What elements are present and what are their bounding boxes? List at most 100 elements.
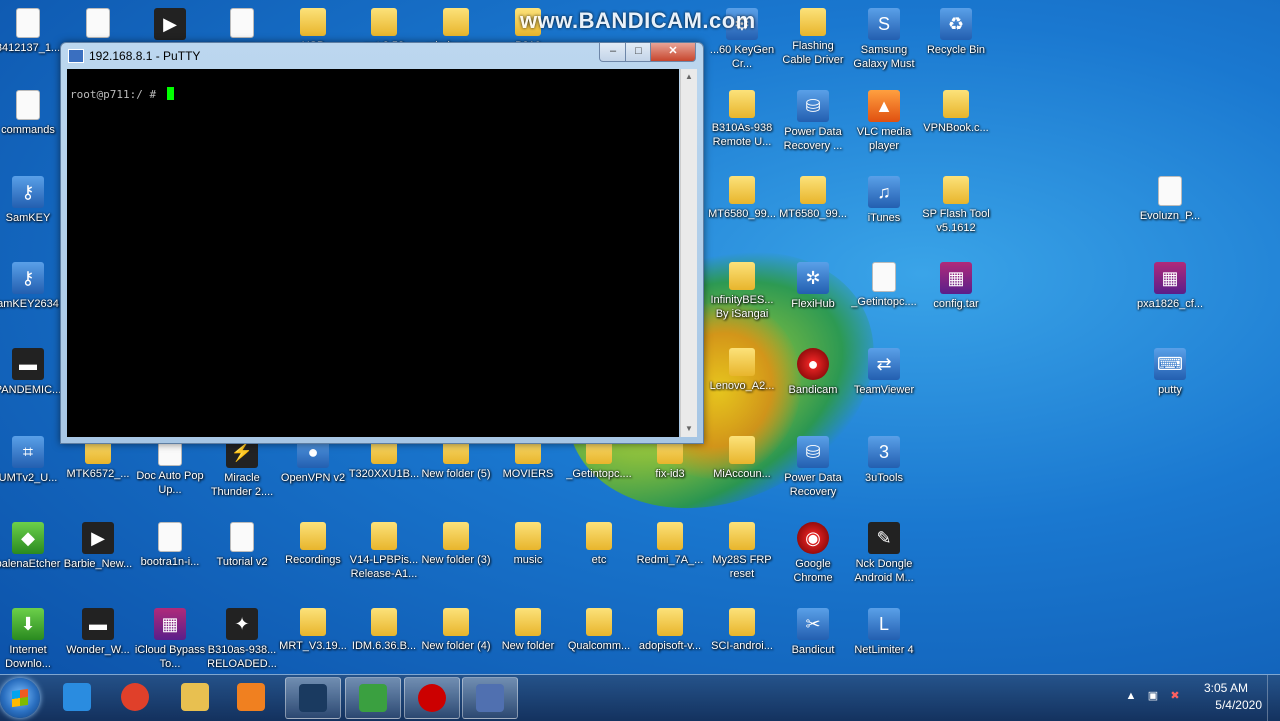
desktop-shortcut[interactable]: Evoluzn_P... xyxy=(1134,176,1206,223)
title-bar[interactable]: 192.168.8.1 - PuTTY – □ ✕ xyxy=(61,43,703,69)
maximize-button[interactable]: □ xyxy=(625,43,652,62)
app-icon: ⛁ xyxy=(797,436,829,468)
desktop-shortcut[interactable]: New folder xyxy=(492,608,564,653)
desktop-shortcut[interactable]: Recordings xyxy=(277,522,349,567)
desktop-shortcut[interactable]: commands xyxy=(0,90,64,137)
desktop-shortcut[interactable]: My28S FRP reset xyxy=(706,522,778,581)
volume-muted-icon[interactable]: ✖ xyxy=(1168,689,1182,703)
terminal-area[interactable]: root@p711:/ # xyxy=(67,69,679,437)
folder-icon xyxy=(729,262,755,290)
clock-date[interactable]: 5/4/2020 xyxy=(1215,698,1262,712)
desktop-shortcut[interactable]: bootra1n-i... xyxy=(134,522,206,569)
desktop-shortcut[interactable]: ⚡ Miracle Thunder 2.... xyxy=(206,436,278,499)
desktop-shortcut[interactable]: ◆ balenaEtcher xyxy=(0,522,64,571)
desktop-shortcut[interactable]: ● Bandicam xyxy=(777,348,849,397)
desktop-shortcut[interactable]: ▶ Barbie_New... xyxy=(62,522,134,571)
desktop-shortcut[interactable]: Redmi_7A_... xyxy=(634,522,706,567)
scroll-down-arrow-icon[interactable]: ▼ xyxy=(681,421,697,437)
desktop-shortcut-label: Bandicut xyxy=(791,644,835,656)
desktop-shortcut-label: 3412137_1... xyxy=(0,42,61,54)
clock-time[interactable]: 3:05 AM xyxy=(1204,681,1248,695)
close-button[interactable]: ✕ xyxy=(650,43,696,62)
desktop-shortcut[interactable]: adopisoft-v... xyxy=(634,608,706,653)
desktop-shortcut[interactable]: InfinityBES... By iSangai xyxy=(706,262,778,321)
desktop-shortcut[interactable]: Doc Auto Pop Up... xyxy=(134,436,206,497)
desktop-shortcut[interactable]: ⌨ putty xyxy=(1134,348,1206,397)
scroll-up-arrow-icon[interactable]: ▲ xyxy=(681,69,697,85)
start-button[interactable] xyxy=(0,678,40,718)
network-status-icon[interactable]: ▣ xyxy=(1146,689,1160,703)
desktop-shortcut[interactable]: S Samsung Galaxy Must xyxy=(848,8,920,71)
desktop-shortcut[interactable]: ♻ Recycle Bin xyxy=(920,8,992,57)
taskbar-button[interactable] xyxy=(404,677,460,719)
desktop-shortcut[interactable]: ▦ config.tar xyxy=(920,262,992,311)
desktop-shortcut[interactable]: ⌗ UMTv2_U... xyxy=(0,436,64,485)
desktop-shortcut[interactable]: New folder (4) xyxy=(420,608,492,653)
desktop-shortcut[interactable]: Flashing Cable Driver xyxy=(777,8,849,67)
desktop-shortcut[interactable]: ▦ iCloud Bypass To... xyxy=(134,608,206,671)
desktop-shortcut[interactable]: etc xyxy=(563,522,635,567)
desktop-shortcut[interactable]: IDM.6.36.B... xyxy=(348,608,420,653)
desktop-shortcut[interactable]: _Getintopc.... xyxy=(848,262,920,309)
desktop-shortcut[interactable]: MRT_V3.19... xyxy=(277,608,349,653)
desktop-shortcut[interactable]: ⚷ amKEY2634 xyxy=(0,262,64,311)
taskbar-button[interactable] xyxy=(345,677,401,719)
desktop-shortcut[interactable]: MT6580_99... xyxy=(706,176,778,221)
app-icon: ⛁ xyxy=(797,90,829,122)
putty-window[interactable]: 192.168.8.1 - PuTTY – □ ✕ root@p711:/ # … xyxy=(60,42,704,444)
desktop-shortcut[interactable]: Lenovo_A2... xyxy=(706,348,778,393)
desktop-shortcut[interactable]: V14-LPBPis... Release-A1... xyxy=(348,522,420,581)
taskbar-button[interactable] xyxy=(168,677,222,717)
desktop-shortcut[interactable]: ♫ iTunes xyxy=(848,176,920,225)
desktop-shortcut[interactable]: ⇄ TeamViewer xyxy=(848,348,920,397)
taskbar-button[interactable] xyxy=(462,677,518,719)
taskbar-button[interactable] xyxy=(285,677,341,719)
desktop-shortcut[interactable]: 3 3uTools xyxy=(848,436,920,485)
minimize-button[interactable]: – xyxy=(599,43,627,62)
putty-icon[interactable] xyxy=(68,49,84,63)
desktop-shortcut[interactable]: ⬇ Internet Downlo... xyxy=(0,608,64,671)
app-icon: ⌗ xyxy=(12,436,44,468)
desktop-shortcut[interactable]: Tutorial v2 xyxy=(206,522,278,569)
desktop-shortcut[interactable]: SP Flash Tool v5.1612 xyxy=(920,176,992,235)
desktop-shortcut[interactable]: ✎ Nck Dongle Android M... xyxy=(848,522,920,585)
folder-icon xyxy=(515,608,541,636)
desktop-shortcut[interactable]: ▲ VLC media player xyxy=(848,90,920,153)
recycle-bin-icon: ♻ xyxy=(940,8,972,40)
desktop-shortcut[interactable]: SCI-androi... xyxy=(706,608,778,653)
show-desktop-button[interactable] xyxy=(1267,675,1280,721)
desktop-shortcut[interactable]: ▦ pxa1826_cf... xyxy=(1134,262,1206,311)
taskbar-button[interactable] xyxy=(108,677,162,717)
desktop-shortcut[interactable]: B310As-938 Remote U... xyxy=(706,90,778,149)
desktop-shortcut[interactable]: VPNBook.c... xyxy=(920,90,992,135)
lightshot-icon xyxy=(299,684,327,712)
desktop-shortcut[interactable]: ▬ Wonder_W... xyxy=(62,608,134,657)
desktop-shortcut[interactable]: New folder (3) xyxy=(420,522,492,567)
show-hidden-icons-icon[interactable]: ▲ xyxy=(1124,689,1138,703)
taskbar-button[interactable] xyxy=(224,677,278,717)
teamviewer-icon: ⇄ xyxy=(868,348,900,380)
doc-icon xyxy=(16,8,40,38)
doc-icon xyxy=(158,522,182,552)
taskbar-button[interactable] xyxy=(50,677,104,717)
desktop-shortcut[interactable]: ▬ PANDEMIC... xyxy=(0,348,64,397)
desktop-shortcut[interactable]: L NetLimiter 4 xyxy=(848,608,920,657)
desktop-shortcut-label: bootra1n-i... xyxy=(140,556,200,568)
desktop-shortcut[interactable]: ✲ FlexiHub xyxy=(777,262,849,311)
desktop-shortcut[interactable]: 3412137_1... xyxy=(0,8,64,55)
desktop-shortcut[interactable]: MiAccoun... xyxy=(706,436,778,481)
desktop-shortcut-label: New folder (3) xyxy=(421,554,491,566)
bandicut-icon: ✂ xyxy=(797,608,829,640)
desktop-shortcut[interactable]: ✂ Bandicut xyxy=(777,608,849,657)
desktop-shortcut[interactable]: ◉ Google Chrome xyxy=(777,522,849,585)
desktop-shortcut-label: Tutorial v2 xyxy=(216,556,268,568)
desktop-shortcut[interactable]: music xyxy=(492,522,564,567)
desktop-shortcut[interactable]: ⛁ Power Data Recovery xyxy=(777,436,849,499)
desktop-shortcut[interactable]: Qualcomm... xyxy=(563,608,635,653)
vertical-scrollbar[interactable]: ▲ ▼ xyxy=(680,69,697,437)
desktop-shortcut[interactable]: ✦ B310as-938... RELOADED... xyxy=(206,608,278,671)
desktop-shortcut[interactable]: MT6580_99... xyxy=(777,176,849,221)
network-icon xyxy=(359,684,387,712)
desktop-shortcut[interactable]: ⛁ Power Data Recovery ... xyxy=(777,90,849,153)
desktop-shortcut[interactable]: ⚷ SamKEY xyxy=(0,176,64,225)
